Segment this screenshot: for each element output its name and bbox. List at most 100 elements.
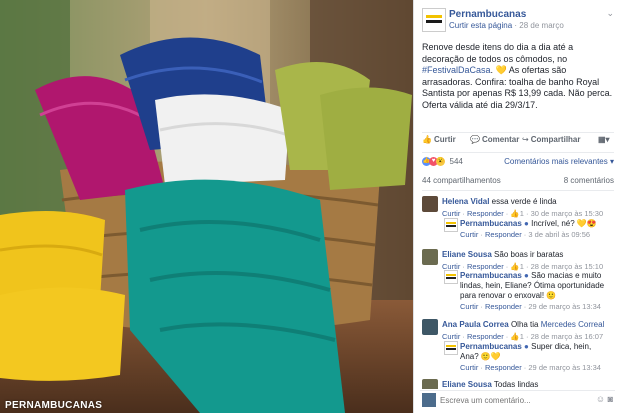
thumbs-up-icon: 👍 [422,135,432,144]
engagement-stats: 44 compartilhamentos 8 comentários [422,176,614,185]
yellow-heart-icon: 💛 [495,65,507,75]
reply-item: Pernambucanas ● São macias e muito linda… [444,270,614,312]
comments-list: Helena Vidal essa verde é linda Curtir ·… [422,190,614,389]
comment-input[interactable] [440,394,590,406]
shares-count[interactable]: 44 compartilhamentos [422,176,501,185]
post-actions: 👍 Curtir 💬 Comentar ↪ Compartilhar ▦▾ [422,132,614,148]
commenter-name[interactable]: Helena Vidal [442,197,489,206]
commenter-name[interactable]: Ana Paula Correa [442,320,509,329]
commenter-name[interactable]: Eliane Sousa [442,380,492,389]
comment-body: Pernambucanas ● Incrível, né? 💛😍 [460,219,597,229]
comment-date[interactable]: 29 de março às 13:34 [528,302,601,311]
reactions-bar[interactable]: 👍♥😮 544 Comentários mais relevantes ▾ [422,152,614,170]
comment-reply-link[interactable]: Responder [485,363,522,372]
comment-body: Eliane Sousa São boas ir baratas [442,250,563,260]
towels-in-basket-image [0,0,413,413]
comment-date[interactable]: 28 de março às 16:07 [531,332,604,341]
comment-text: Todas lindas [493,380,539,389]
comment-meta: Curtir · Responder · 29 de março às 13:3… [460,363,601,372]
comment-text: essa verde é linda [491,197,557,206]
verified-icon: ● [524,271,529,280]
share-label: Compartilhar [530,135,581,144]
comment-date[interactable]: 30 de março às 15:30 [531,209,604,218]
comment-like-link[interactable]: Curtir [460,302,478,311]
mention-link[interactable]: Mercedes Correal [541,320,605,329]
commenter-name[interactable]: Pernambucanas [460,342,522,351]
avatar[interactable] [422,196,438,212]
comment-like-link[interactable]: Curtir [442,209,460,218]
comment-reply-link[interactable]: Responder [485,302,522,311]
post-header: Pernambucanas Curtir esta página · 28 de… [422,8,614,32]
wow-reaction-icon: 😮 [436,157,445,167]
comment-like-link[interactable]: Curtir [442,332,460,341]
comment-body: Eliane Sousa Todas lindas [442,380,538,389]
audience-selector[interactable]: ▦▾ [598,135,610,144]
like-count-icon: 👍 [510,209,520,218]
comment-meta: Curtir · Responder · 👍1 · 30 de março às… [442,209,604,218]
emoji-icon[interactable]: ☺ [596,394,605,404]
comment-body: Pernambucanas ● São macias e muito linda… [460,271,610,301]
chevron-down-icon[interactable]: ⌄ [606,8,614,19]
separator-dot: · [514,21,518,30]
comment-label: Comentar [481,135,520,144]
comment-like-link[interactable]: Curtir [460,363,478,372]
brand-watermark: PERNAMBUCANAS [5,400,103,411]
comment-meta: Curtir · Responder · 29 de março às 13:3… [460,302,601,311]
reply-item: Pernambucanas ● Incrível, né? 💛😍 Curtir … [444,218,614,240]
camera-icon[interactable]: ◙ [608,394,613,404]
write-comment-bar: ☺ ◙ [420,390,615,409]
post-text: Renove desde itens do dia a dia até a de… [422,42,614,111]
like-label: Curtir [433,135,456,144]
comment-text: Olha tia [510,320,539,329]
comment-meta: Curtir · Responder · 3 de abril às 09:56 [460,230,591,239]
post-panel: Pernambucanas Curtir esta página · 28 de… [413,0,620,413]
post-photo[interactable]: PERNAMBUCANAS [0,0,413,413]
share-button[interactable]: ↪ Compartilhar [522,135,581,144]
page-avatar-small[interactable] [444,270,458,284]
commenter-name[interactable]: Eliane Sousa [442,250,492,259]
reply-item: Pernambucanas ● Super dica, hein, Ana? 🙂… [444,341,614,373]
commenter-name[interactable]: Pernambucanas [460,271,522,280]
verified-icon: ● [524,219,529,228]
avatar [422,393,436,407]
page-avatar-small[interactable] [444,218,458,232]
page-avatar[interactable] [422,8,446,32]
comment-body: Pernambucanas ● Super dica, hein, Ana? 🙂… [460,342,610,362]
hashtag-link[interactable]: #FestivalDaCasa [422,65,491,75]
comment-tools: ☺ ◙ [596,394,613,404]
like-page-link[interactable]: Curtir esta página [449,21,512,30]
page-subline: Curtir esta página · 28 de março [449,21,564,30]
comment-text: São boas ir baratas [494,250,564,259]
like-button[interactable]: 👍 Curtir [422,135,456,144]
avatar[interactable] [422,319,438,335]
like-count-icon: 👍 [510,332,520,341]
share-icon: ↪ [522,135,529,144]
comment-reply-link[interactable]: Responder [467,332,504,341]
avatar[interactable] [422,379,438,389]
comment-reply-link[interactable]: Responder [485,230,522,239]
comment-button[interactable]: 💬 Comentar [470,135,519,144]
comment-text: Incrível, né? 💛😍 [531,219,597,228]
comment-date[interactable]: 3 de abril às 09:56 [528,230,590,239]
post-date[interactable]: 28 de março [519,21,563,30]
avatar[interactable] [422,249,438,265]
comment-body: Ana Paula Correa Olha tia Mercedes Corre… [442,320,604,330]
comment-body: Helena Vidal essa verde é linda [442,197,557,207]
comment-sort-dropdown[interactable]: Comentários mais relevantes ▾ [504,157,614,166]
page-avatar-small[interactable] [444,341,458,355]
comment-like-count: 1 [519,332,524,341]
comment-item: Eliane Sousa Todas lindas [422,379,614,389]
comment-meta: Curtir · Responder · 👍1 · 28 de março às… [442,332,604,341]
comment-date[interactable]: 29 de março às 13:34 [528,363,601,372]
commenter-name[interactable]: Pernambucanas [460,219,522,228]
post-text-part: Renove desde itens do dia a dia até a de… [422,42,574,64]
comment-icon: 💬 [470,135,480,144]
comment-like-link[interactable]: Curtir [460,230,478,239]
verified-icon: ● [524,342,529,351]
reaction-count: 544 [449,157,463,167]
page-name-link[interactable]: Pernambucanas [449,9,526,20]
comment-like-count: 1 [519,209,524,218]
globe-icon: ▦▾ [598,135,610,144]
comment-reply-link[interactable]: Responder [467,209,504,218]
comments-count[interactable]: 8 comentários [564,176,614,185]
